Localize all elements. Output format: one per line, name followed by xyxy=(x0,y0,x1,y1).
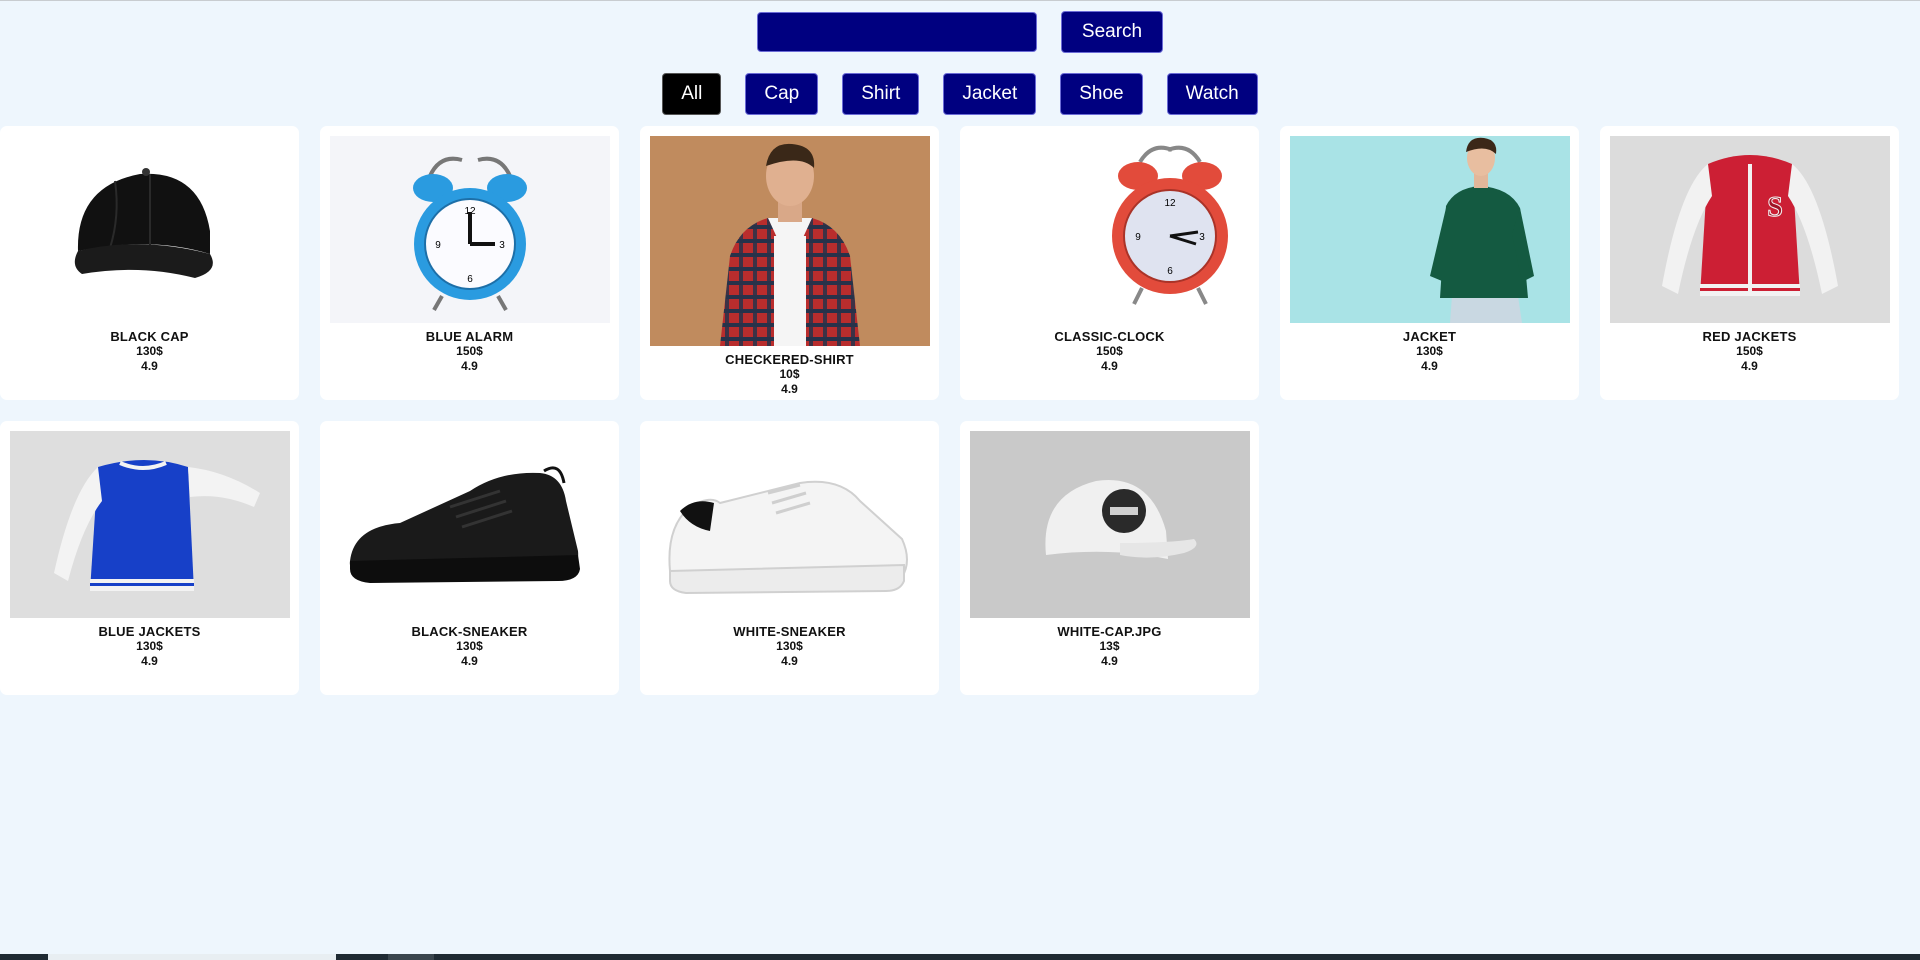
product-name: BLACK CAP xyxy=(110,329,189,344)
svg-text:9: 9 xyxy=(1135,232,1141,243)
product-rating: 4.9 xyxy=(141,654,158,668)
product-card[interactable]: BLACK-SNEAKER 130$ 4.9 xyxy=(320,421,619,695)
product-rating: 4.9 xyxy=(1421,359,1438,373)
product-name: JACKET xyxy=(1402,329,1457,344)
product-card[interactable]: WHITE-CAP.JPG 13$ 4.9 xyxy=(960,421,1259,695)
checkered-shirt-image xyxy=(649,136,930,346)
product-rating: 4.9 xyxy=(461,654,478,668)
taskbar xyxy=(0,954,1920,960)
filter-cap-button[interactable]: Cap xyxy=(745,73,819,115)
product-price: 130$ xyxy=(136,344,163,358)
product-price: 10$ xyxy=(779,367,800,381)
product-price: 150$ xyxy=(456,344,483,358)
blue-varsity-jacket-image xyxy=(9,431,290,618)
product-card[interactable]: JACKET 130$ 4.9 xyxy=(1280,126,1579,400)
red-alarm-clock-image: 12 3 6 9 xyxy=(969,136,1250,323)
product-name: BLUE JACKETS xyxy=(98,624,201,639)
product-price: 150$ xyxy=(1096,344,1123,358)
red-varsity-jacket-image: S xyxy=(1609,136,1890,323)
filter-all-button[interactable]: All xyxy=(662,73,722,115)
white-cap-image xyxy=(969,431,1250,618)
product-price: 150$ xyxy=(1736,344,1763,358)
product-rating: 4.9 xyxy=(461,359,478,373)
product-price: 130$ xyxy=(1416,344,1443,358)
category-filters: All Cap Shirt Jacket Shoe Watch xyxy=(0,73,1920,115)
taskbar-item[interactable] xyxy=(388,954,434,960)
product-rating: 4.9 xyxy=(781,382,798,396)
filter-shirt-button[interactable]: Shirt xyxy=(842,73,920,115)
product-rating: 4.9 xyxy=(1101,654,1118,668)
product-rating: 4.9 xyxy=(1741,359,1758,373)
product-name: CLASSIC-CLOCK xyxy=(1054,329,1165,344)
product-name: RED JACKETS xyxy=(1702,329,1797,344)
product-card[interactable]: CHECKERED-SHIRT 10$ 4.9 xyxy=(640,126,939,400)
product-name: WHITE-SNEAKER xyxy=(733,624,846,639)
product-rating: 4.9 xyxy=(141,359,158,373)
search-button[interactable]: Search xyxy=(1061,11,1163,53)
green-sweater-image xyxy=(1289,136,1570,323)
product-card[interactable]: 12 3 6 9 BLUE ALARM 150$ 4.9 xyxy=(320,126,619,400)
taskbar-active-window[interactable] xyxy=(48,954,336,960)
filter-shoe-button[interactable]: Shoe xyxy=(1060,73,1143,115)
svg-text:12: 12 xyxy=(1164,198,1176,209)
product-price: 130$ xyxy=(136,639,163,653)
svg-text:S: S xyxy=(1767,192,1783,223)
search-input[interactable] xyxy=(757,12,1037,52)
product-card[interactable]: WHITE-SNEAKER 130$ 4.9 xyxy=(640,421,939,695)
product-card[interactable]: BLUE JACKETS 130$ 4.9 xyxy=(0,421,299,695)
search-bar: Search xyxy=(0,11,1920,53)
product-name: BLACK-SNEAKER xyxy=(411,624,528,639)
svg-text:9: 9 xyxy=(435,240,441,251)
blue-alarm-clock-image: 12 3 6 9 xyxy=(329,136,610,323)
filter-jacket-button[interactable]: Jacket xyxy=(943,73,1037,115)
svg-text:3: 3 xyxy=(499,240,505,251)
product-name: BLUE ALARM xyxy=(425,329,514,344)
svg-text:6: 6 xyxy=(1167,266,1173,277)
filter-watch-button[interactable]: Watch xyxy=(1166,73,1258,115)
product-price: 13$ xyxy=(1099,639,1120,653)
product-rating: 4.9 xyxy=(1101,359,1118,373)
product-card[interactable]: 12 3 6 9 CLASSIC-CLOCK 150$ 4.9 xyxy=(960,126,1259,400)
svg-text:3: 3 xyxy=(1199,232,1205,243)
svg-text:6: 6 xyxy=(467,274,473,285)
white-sneaker-image xyxy=(649,431,930,618)
product-grid: BLACK CAP 130$ 4.9 12 3 6 9 BLUE ALARM 1… xyxy=(0,126,1899,695)
product-card[interactable]: BLACK CAP 130$ 4.9 xyxy=(0,126,299,400)
product-price: 130$ xyxy=(776,639,803,653)
product-price: 130$ xyxy=(456,639,483,653)
product-rating: 4.9 xyxy=(781,654,798,668)
black-cap-image xyxy=(9,136,290,323)
product-name: CHECKERED-SHIRT xyxy=(725,352,854,367)
product-card[interactable]: S RED JACKETS 150$ 4.9 xyxy=(1600,126,1899,400)
black-sneaker-image xyxy=(329,431,610,618)
product-name: WHITE-CAP.JPG xyxy=(1057,624,1162,639)
